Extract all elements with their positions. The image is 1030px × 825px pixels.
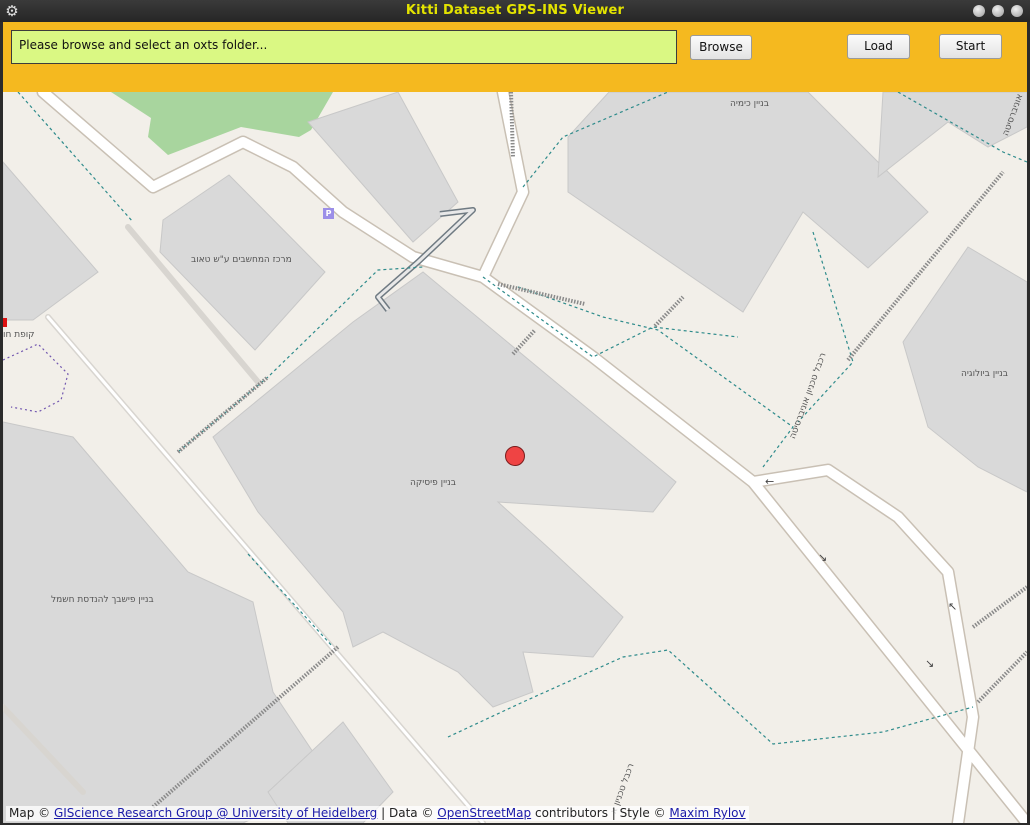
openstreetmap-link[interactable]: OpenStreetMap — [437, 806, 531, 820]
toolbar: Please browse and select an oxts folder.… — [3, 22, 1027, 92]
map-label-kupat: קופת חו — [3, 330, 35, 340]
oneway-arrow-icon: ← — [765, 475, 774, 488]
poi-icon — [3, 318, 7, 327]
map-attribution: Map © GIScience Research Group @ Univers… — [6, 806, 749, 821]
folder-path-field[interactable]: Please browse and select an oxts folder.… — [11, 30, 677, 64]
building-physics — [212, 271, 677, 708]
oneway-arrow-icon: ↖ — [948, 600, 957, 613]
map-label-computer-center: מרכז המחשבים ע"ש טאוב — [191, 255, 292, 265]
oneway-arrow-icon: ↘ — [925, 657, 934, 670]
attribution-text: contributors | Style © — [534, 806, 666, 820]
load-button[interactable]: Load — [847, 34, 910, 59]
start-button[interactable]: Start — [939, 34, 1002, 59]
map-view[interactable]: ← ↘ ↖ ↘ P בניין כימיה מרכז המחשבים ע"ש ט… — [3, 92, 1027, 823]
building-left-top — [3, 161, 99, 321]
gps-position-marker — [505, 446, 525, 466]
map-label-electrical: בניין פישבך להנדסת חשמל — [51, 595, 154, 605]
building-chemistry — [567, 92, 929, 313]
building-top-mid — [307, 92, 459, 243]
maxim-rylov-link[interactable]: Maxim Rylov — [669, 806, 745, 820]
title-bar: ⚙ Kitti Dataset GPS-INS Viewer — [0, 0, 1030, 22]
attribution-text: Map © — [9, 806, 51, 820]
browse-button[interactable]: Browse — [690, 35, 752, 60]
giscience-link[interactable]: GIScience Research Group @ University of… — [54, 806, 377, 820]
map-label-biology: בניין ביולוגיה — [961, 369, 1008, 379]
map-label-chemistry: בניין כימיה — [730, 99, 769, 109]
parking-icon: P — [323, 208, 334, 219]
attribution-text: | Data © — [381, 806, 434, 820]
window-title: Kitti Dataset GPS-INS Viewer — [405, 3, 625, 18]
close-button[interactable] — [1011, 5, 1023, 17]
maximize-button[interactable] — [992, 5, 1004, 17]
minimize-button[interactable] — [973, 5, 985, 17]
oneway-arrow-icon: ↘ — [818, 551, 827, 564]
map-label-physics: בניין פיסיקה — [410, 478, 456, 488]
